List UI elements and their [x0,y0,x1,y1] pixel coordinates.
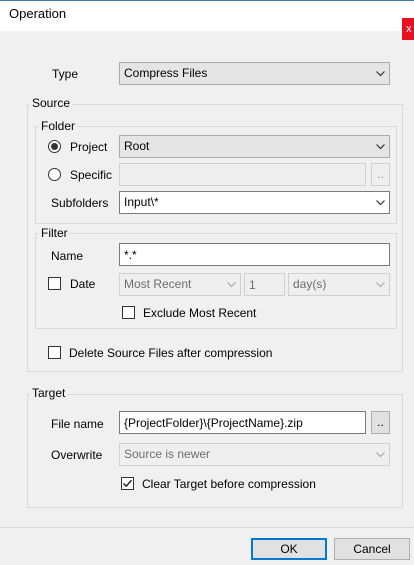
overwrite-label: Overwrite [51,448,103,462]
overwrite-select-value: Source is newer [124,447,211,461]
date-mode-value: Most Recent [124,277,192,291]
subfolders-label: Subfolders [51,196,109,210]
chevron-down-icon [227,281,236,290]
date-unit-value: day(s) [293,277,327,291]
date-label: Date [70,277,96,291]
name-filter-input[interactable]: *.* [119,243,390,266]
chevron-down-icon [376,281,385,290]
target-legend: Target [30,386,68,400]
type-select-value: Compress Files [124,66,208,80]
date-amount-input[interactable]: 1 [244,273,285,296]
subfolders-select-value: Input\* [124,195,159,209]
file-name-label: File name [51,417,104,431]
project-label: Project [70,140,108,154]
specific-label: Specific [70,168,113,182]
radio-selected-dot [51,143,58,150]
chevron-down-icon [376,70,385,79]
target-browse-button[interactable]: .. [371,411,390,434]
specific-browse-button[interactable]: .. [371,163,390,186]
filter-legend: Filter [39,226,70,240]
close-button[interactable]: x [402,18,414,40]
project-select[interactable]: Root [119,135,390,158]
type-select[interactable]: Compress Files [119,62,390,85]
subfolders-select[interactable]: Input\* [119,191,390,214]
name-label: Name [51,249,84,263]
date-mode-select[interactable]: Most Recent [119,273,241,296]
specific-folder-input[interactable] [119,163,366,186]
project-select-value: Root [124,139,150,153]
exclude-most-recent-label: Exclude Most Recent [143,306,257,320]
file-name-input[interactable]: {ProjectFolder}\{ProjectName}.zip [119,411,366,434]
source-legend: Source [30,96,73,110]
cancel-button[interactable]: Cancel [334,538,410,560]
window-title: Operation [9,6,67,21]
delete-source-label: Delete Source Files after compression [69,346,273,360]
date-unit-select[interactable]: day(s) [288,273,390,296]
project-radio[interactable] [48,140,61,153]
specific-radio[interactable] [48,168,61,181]
clear-target-checkbox[interactable] [121,477,134,490]
overwrite-select[interactable]: Source is newer [119,443,390,466]
footer-divider [0,527,414,528]
exclude-most-recent-checkbox[interactable] [122,306,135,319]
clear-target-label: Clear Target before compression [142,477,316,491]
close-icon: x [406,23,412,35]
checkmark-icon [122,479,133,488]
delete-source-checkbox[interactable] [48,346,61,359]
chevron-down-icon [376,199,385,208]
ok-button[interactable]: OK [251,538,327,560]
folder-legend: Folder [39,119,78,133]
date-checkbox[interactable] [48,277,61,290]
chevron-down-icon [376,143,385,152]
chevron-down-icon [376,451,385,460]
type-label: Type [52,67,79,81]
